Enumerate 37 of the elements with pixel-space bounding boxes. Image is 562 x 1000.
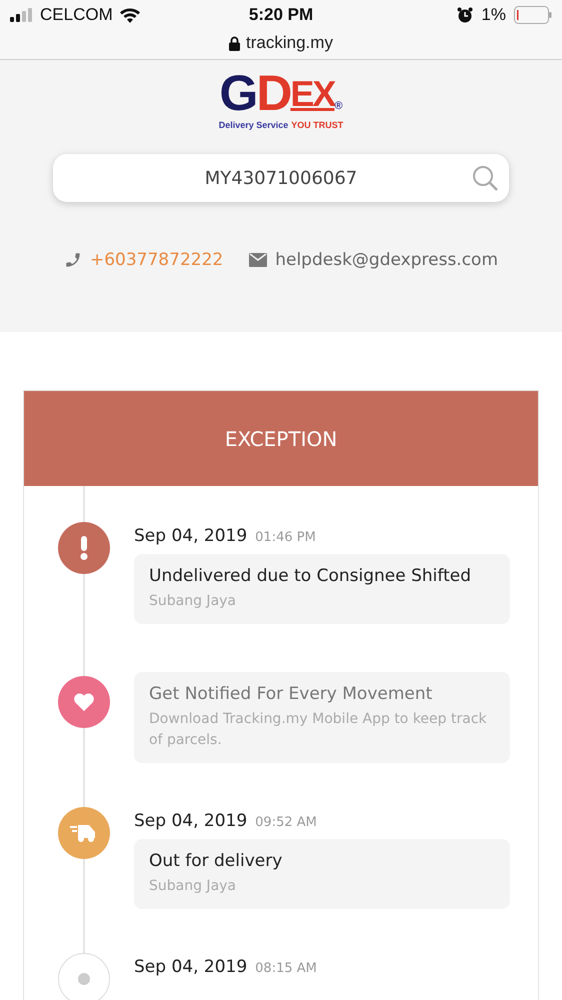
event-title: Get Notified For Every Movement — [149, 684, 434, 704]
battery-icon — [514, 6, 552, 24]
event-detail: Download Tracking.my Mobile App to keep track of parcels. — [149, 710, 488, 750]
logo-tagline: Delivery Service — [218, 120, 288, 130]
email-link[interactable]: helpdesk@gdexpress.com — [275, 250, 498, 270]
clock-time: 5:20 PM — [248, 4, 314, 26]
alarm-clock-icon — [457, 7, 474, 23]
search-icon[interactable] — [471, 164, 499, 192]
event-detail: Subang Jaya — [149, 592, 238, 611]
lock-icon — [229, 36, 240, 50]
heart-icon — [73, 692, 95, 712]
event-time: 08:15 AM — [255, 961, 317, 976]
address-url[interactable]: tracking.my — [246, 33, 333, 53]
event-title: Out for delivery — [149, 851, 284, 871]
logo-tagline: YOU TRUST — [291, 120, 344, 130]
phone-icon — [64, 251, 82, 269]
event-date: Sep 04, 2019 — [134, 957, 248, 977]
signal-icon — [10, 8, 34, 22]
truck-icon — [70, 823, 98, 843]
logo-letter: EX — [290, 76, 334, 112]
battery-percent: 1% — [481, 5, 506, 25]
event-date: Sep 04, 2019 — [134, 811, 248, 831]
event-title: Undelivered due to Consignee Shifted — [149, 566, 472, 586]
status-header: EXCEPTION — [24, 391, 538, 486]
logo-letter: G — [219, 68, 256, 118]
event-time: 01:46 PM — [255, 530, 316, 545]
logo-letter: D — [256, 68, 290, 118]
wifi-icon — [118, 7, 141, 23]
event-time: 09:52 AM — [255, 815, 317, 830]
event-date: Sep 04, 2019 — [134, 526, 248, 546]
search-field[interactable]: MY43071006067 — [53, 154, 509, 202]
mail-icon — [249, 253, 268, 267]
exclamation-icon — [80, 536, 88, 560]
promo-card[interactable]: Get Notified For Every Movement Download Tracking.my Mobile App to keep track of parcels. — [134, 672, 510, 763]
carrier-name: CELCOM — [40, 5, 113, 25]
event-detail: Subang Jaya — [149, 877, 238, 896]
registered-mark: ® — [334, 101, 343, 112]
